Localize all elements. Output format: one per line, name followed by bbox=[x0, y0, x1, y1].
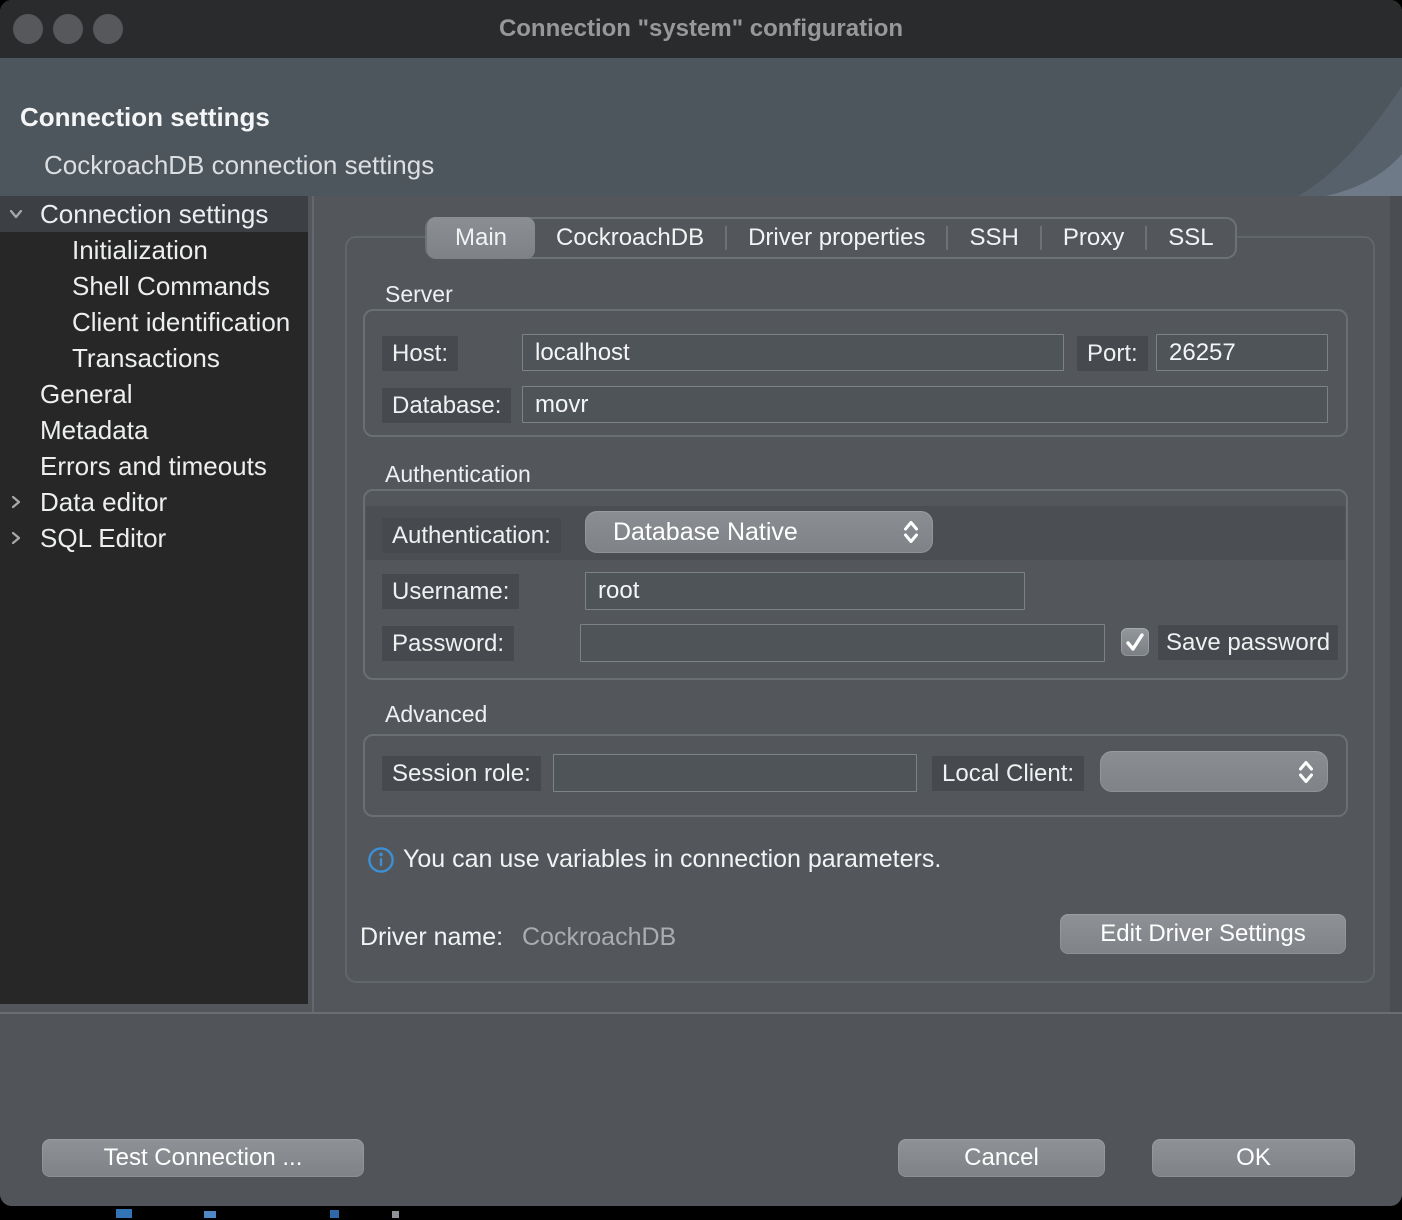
sidebar-item-connection-settings[interactable]: Connection settings bbox=[0, 196, 308, 232]
desktop-fragment bbox=[330, 1210, 339, 1218]
dialog-header: Connection settings CockroachDB connecti… bbox=[0, 58, 1402, 196]
database-label: Database: bbox=[382, 388, 511, 423]
port-label: Port: bbox=[1077, 336, 1148, 371]
save-password-label: Save password bbox=[1158, 625, 1338, 660]
password-input[interactable] bbox=[580, 624, 1105, 662]
save-password-checkbox[interactable] bbox=[1121, 628, 1149, 656]
desktop-fragment bbox=[392, 1211, 399, 1218]
sidebar-item-label: SQL Editor bbox=[40, 523, 166, 553]
tab-proxy[interactable]: Proxy bbox=[1042, 219, 1145, 257]
info-text: You can use variables in connection para… bbox=[403, 845, 941, 874]
tab-driver-properties[interactable]: Driver properties bbox=[727, 219, 946, 257]
sidebar-item-label: Connection settings bbox=[40, 199, 268, 229]
sidebar-item-label: Initialization bbox=[72, 235, 208, 265]
driver-name-value: CockroachDB bbox=[522, 923, 676, 952]
sidebar-item-initialization[interactable]: Initialization bbox=[0, 232, 308, 268]
sidebar-item-label: Shell Commands bbox=[72, 271, 270, 301]
advanced-group-label: Advanced bbox=[385, 701, 487, 728]
sidebar-item-sql-editor[interactable]: SQL Editor bbox=[0, 520, 308, 556]
tab-ssh[interactable]: SSH bbox=[948, 219, 1039, 257]
authentication-select-value: Database Native bbox=[613, 511, 798, 553]
tab-bar: MainCockroachDBDriver propertiesSSHProxy… bbox=[425, 217, 1237, 259]
database-input[interactable] bbox=[522, 386, 1328, 423]
sidebar-item-errors-and-timeouts[interactable]: Errors and timeouts bbox=[0, 448, 308, 484]
sidebar-item-label: Transactions bbox=[72, 343, 220, 373]
tab-ssl[interactable]: SSL bbox=[1147, 219, 1234, 257]
chevron-right-icon[interactable] bbox=[8, 494, 24, 510]
cancel-button[interactable]: Cancel bbox=[898, 1139, 1105, 1177]
check-icon bbox=[1121, 628, 1149, 656]
port-input[interactable] bbox=[1156, 334, 1328, 371]
host-label: Host: bbox=[382, 336, 458, 371]
sidebar-item-label: Errors and timeouts bbox=[40, 451, 267, 481]
authentication-label: Authentication: bbox=[382, 518, 561, 553]
sidebar-divider bbox=[312, 196, 314, 1012]
desktop-fragment bbox=[204, 1211, 216, 1218]
session-role-label: Session role: bbox=[382, 756, 541, 791]
tab-main[interactable]: Main bbox=[427, 217, 535, 259]
authentication-select[interactable]: Database Native bbox=[585, 511, 933, 553]
authentication-group-label: Authentication bbox=[385, 461, 531, 488]
local-client-label: Local Client: bbox=[932, 756, 1084, 791]
edit-driver-settings-button[interactable]: Edit Driver Settings bbox=[1060, 914, 1346, 954]
sidebar-item-label: Client identification bbox=[72, 307, 290, 337]
username-input[interactable] bbox=[585, 572, 1025, 610]
header-decoration bbox=[1122, 58, 1402, 196]
server-group-label: Server bbox=[385, 281, 453, 308]
sidebar-item-label: Data editor bbox=[40, 487, 167, 517]
tab-cockroachdb[interactable]: CockroachDB bbox=[535, 219, 725, 257]
sidebar-item-shell-commands[interactable]: Shell Commands bbox=[0, 268, 308, 304]
chevron-right-icon[interactable] bbox=[8, 530, 24, 546]
local-client-select[interactable] bbox=[1100, 751, 1328, 792]
username-label: Username: bbox=[382, 574, 519, 609]
updown-chevron-icon bbox=[1296, 758, 1316, 786]
sidebar-item-label: Metadata bbox=[40, 415, 148, 445]
titlebar: Connection "system" configuration bbox=[0, 0, 1402, 58]
sidebar-item-transactions[interactable]: Transactions bbox=[0, 340, 308, 376]
driver-name-label: Driver name: bbox=[360, 923, 503, 952]
password-label: Password: bbox=[382, 626, 514, 661]
desktop-fragment bbox=[116, 1209, 132, 1218]
window-title: Connection "system" configuration bbox=[0, 0, 1402, 58]
updown-chevron-icon bbox=[901, 518, 921, 546]
header-title: Connection settings bbox=[20, 102, 270, 133]
sidebar-tree: Connection settings Initialization Shell C… bbox=[0, 196, 308, 1004]
connection-configuration-dialog: Connection "system" configuration Connec… bbox=[0, 0, 1402, 1206]
sidebar-item-label: General bbox=[40, 379, 133, 409]
sidebar-item-metadata[interactable]: Metadata bbox=[0, 412, 308, 448]
info-icon bbox=[367, 846, 395, 874]
scrollbar-track bbox=[1390, 196, 1402, 1012]
sidebar-item-data-editor[interactable]: Data editor bbox=[0, 484, 308, 520]
header-subtitle: CockroachDB connection settings bbox=[44, 150, 434, 181]
test-connection-button[interactable]: Test Connection ... bbox=[42, 1139, 364, 1177]
ok-button[interactable]: OK bbox=[1152, 1139, 1355, 1177]
sidebar-item-client-identification[interactable]: Client identification bbox=[0, 304, 308, 340]
session-role-input[interactable] bbox=[553, 754, 917, 792]
sidebar-item-general[interactable]: General bbox=[0, 376, 308, 412]
chevron-down-icon[interactable] bbox=[8, 206, 24, 222]
host-input[interactable] bbox=[522, 334, 1064, 371]
